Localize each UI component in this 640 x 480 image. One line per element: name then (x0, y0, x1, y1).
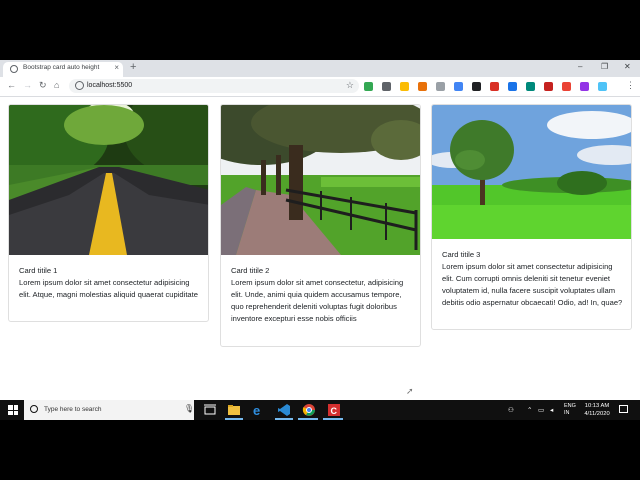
ext-blue-icon[interactable] (508, 82, 517, 91)
taskbar-search-placeholder[interactable]: Type here to search (44, 406, 101, 413)
clock-time: 10:13 AM (584, 403, 610, 409)
card-3-text: Lorem ipsum dolor sit amet consectetur a… (442, 262, 623, 307)
card-2-image (221, 105, 420, 255)
network-icon[interactable]: ▭ (538, 406, 544, 414)
close-tab-icon[interactable]: × (114, 63, 119, 72)
new-tab-button[interactable]: + (130, 61, 136, 73)
people-icon[interactable]: ⚇ (508, 406, 514, 414)
bookmark-star-icon[interactable]: ☆ (346, 80, 354, 91)
forward-button[interactable]: → (23, 80, 32, 90)
svg-text:C: C (331, 406, 338, 416)
card-1-title: Card titile 1 (19, 266, 58, 275)
card-3-body: Card titile 3 Lorem ipsum dolor sit amet… (442, 249, 623, 309)
task-view-icon[interactable] (203, 403, 217, 417)
ext-pen-icon[interactable] (382, 82, 391, 91)
browser-tab[interactable]: Bootstrap card auto height × (3, 62, 123, 77)
ext-chrome-icon[interactable] (562, 82, 571, 91)
mouse-cursor-icon: ➚ (406, 386, 414, 396)
svg-text:e: e (253, 403, 260, 417)
ext-cursor-icon[interactable] (436, 82, 445, 91)
card-1-text: Lorem ipsum dolor sit amet consectetur a… (19, 278, 198, 299)
tab-title: Bootstrap card auto height (23, 64, 100, 71)
ext-red-icon[interactable] (490, 82, 499, 91)
taskbar-search-box[interactable]: Type here to search 🎙 (24, 400, 194, 420)
ext-lightblue-icon[interactable] (598, 82, 607, 91)
card-3-title: Card titile 3 (442, 250, 481, 259)
ext-teal-icon[interactable] (526, 82, 535, 91)
browser-menu-icon[interactable]: ⋮ (626, 80, 635, 91)
card-2-title: Card titile 2 (231, 266, 270, 275)
card-2-body: Card titile 2 Lorem ipsum dolor sit amet… (231, 265, 412, 325)
cortana-icon (30, 405, 38, 413)
info-icon[interactable] (75, 81, 84, 90)
card-2-text: Lorem ipsum dolor sit amet consectetur, … (231, 278, 404, 323)
back-button[interactable]: ← (7, 80, 16, 90)
edge-icon[interactable]: e (252, 403, 266, 418)
home-button[interactable]: ⌂ (54, 80, 59, 90)
card-3-image (432, 105, 631, 239)
volume-icon[interactable]: ◂ (550, 406, 553, 414)
taskbar: Type here to search 🎙 e C ⚇ ⌃ ▭ ◂ ENG IN… (0, 400, 640, 420)
red-app-icon[interactable]: C (327, 403, 341, 417)
minimize-button[interactable]: – (578, 62, 582, 71)
ext-red2-icon[interactable] (544, 82, 553, 91)
ext-purple-icon[interactable] (580, 82, 589, 91)
vscode-icon[interactable] (277, 403, 291, 417)
globe-icon (10, 65, 18, 73)
page-viewport: Card titile 1 Lorem ipsum dolor sit amet… (0, 97, 640, 400)
clock-date: 4/11/2020 (584, 411, 610, 417)
maximize-button[interactable]: ❐ (601, 62, 608, 71)
address-url[interactable]: localhost:5500 (87, 82, 132, 89)
browser-toolbar: ← → ↻ ⌂ localhost:5500 ☆ ⋮ (0, 77, 640, 97)
notification-icon[interactable] (619, 405, 628, 413)
language-indicator[interactable]: ENG IN (564, 403, 576, 417)
tab-strip: Bootstrap card auto height × + – ❐ ✕ (0, 60, 640, 77)
chrome-icon[interactable] (302, 403, 316, 417)
card-1-body: Card titile 1 Lorem ipsum dolor sit amet… (19, 265, 200, 301)
screen: Bootstrap card auto height × + – ❐ ✕ ← →… (0, 60, 640, 420)
ext-pin-icon[interactable] (400, 82, 409, 91)
ext-doc-icon[interactable] (454, 82, 463, 91)
ext-orange-icon[interactable] (418, 82, 427, 91)
card-3: Card titile 3 Lorem ipsum dolor sit amet… (431, 104, 632, 330)
microphone-icon[interactable]: 🎙 (184, 404, 194, 413)
file-explorer-icon[interactable] (227, 403, 241, 417)
close-window-button[interactable]: ✕ (624, 62, 631, 71)
card-1-image (9, 105, 208, 255)
windows-start-icon[interactable] (8, 405, 18, 415)
reload-button[interactable]: ↻ (39, 80, 47, 91)
card-2: Card titile 2 Lorem ipsum dolor sit amet… (220, 104, 421, 347)
chevron-up-icon[interactable]: ⌃ (527, 406, 532, 414)
system-clock[interactable]: 10:13 AM 4/11/2020 (582, 402, 612, 418)
ext-dark-icon[interactable] (472, 82, 481, 91)
card-1: Card titile 1 Lorem ipsum dolor sit amet… (8, 104, 209, 322)
address-bar[interactable]: localhost:5500 ☆ (69, 79, 359, 93)
ext-green-icon[interactable] (364, 82, 373, 91)
